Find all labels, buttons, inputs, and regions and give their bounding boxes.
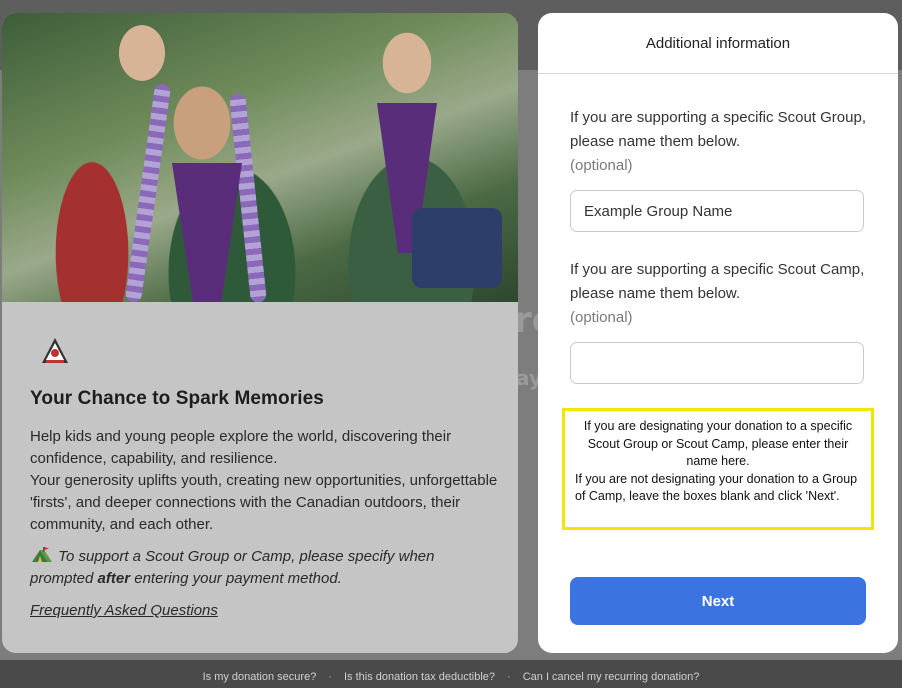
scout-group-input[interactable]: [570, 190, 864, 232]
campaign-title: Your Chance to Spark Memories: [30, 388, 324, 409]
tip-text: entering your payment method.: [130, 570, 342, 587]
footer-link-secure[interactable]: Is my donation secure?: [203, 671, 317, 683]
campaign-card-body: Your Chance to Spark Memories Help kids …: [2, 302, 518, 653]
additional-info-modal: Additional information If you are suppor…: [538, 13, 898, 653]
scout-camp-input[interactable]: [570, 342, 864, 384]
scout-camp-label: If you are supporting a specific Scout C…: [570, 258, 870, 330]
campaign-card: Your Chance to Spark Memories Help kids …: [2, 13, 518, 653]
footer-link-tax[interactable]: Is this donation tax deductible?: [344, 671, 495, 683]
optional-hint: (optional): [570, 309, 633, 326]
tip-emphasis: after: [97, 570, 131, 587]
campaign-description: Help kids and young people explore the w…: [30, 426, 500, 536]
optional-hint: (optional): [570, 157, 633, 174]
notice-text: If you are designating your donation to …: [583, 419, 853, 468]
designation-notice: If you are designating your donation to …: [562, 408, 874, 530]
faq-link[interactable]: Frequently Asked Questions: [30, 602, 218, 619]
modal-title: Additional information: [645, 34, 791, 52]
description-paragraph: Help kids and young people explore the w…: [30, 428, 452, 467]
scout-group-label-text: If you are supporting a specific Scout G…: [570, 109, 866, 150]
separator: ·: [328, 671, 332, 683]
scout-camp-label-text: If you are supporting a specific Scout C…: [570, 261, 865, 302]
support-tip: To support a Scout Group or Camp, please…: [30, 546, 500, 590]
footer-links: Is my donation secure? · Is this donatio…: [0, 666, 902, 688]
tent-icon: [32, 547, 52, 562]
separator: ·: [507, 671, 511, 683]
next-button[interactable]: Next: [570, 577, 866, 625]
notice-text: If you are not designating your donation…: [575, 471, 858, 504]
description-paragraph: Your generosity uplifts youth, creating …: [30, 472, 498, 533]
modal-header: Additional information: [538, 13, 898, 74]
footer-link-cancel[interactable]: Can I cancel my recurring donation?: [523, 671, 700, 683]
scout-group-label: If you are supporting a specific Scout G…: [570, 106, 870, 178]
scouts-canada-logo: [42, 338, 68, 363]
hero-image: [2, 13, 518, 302]
